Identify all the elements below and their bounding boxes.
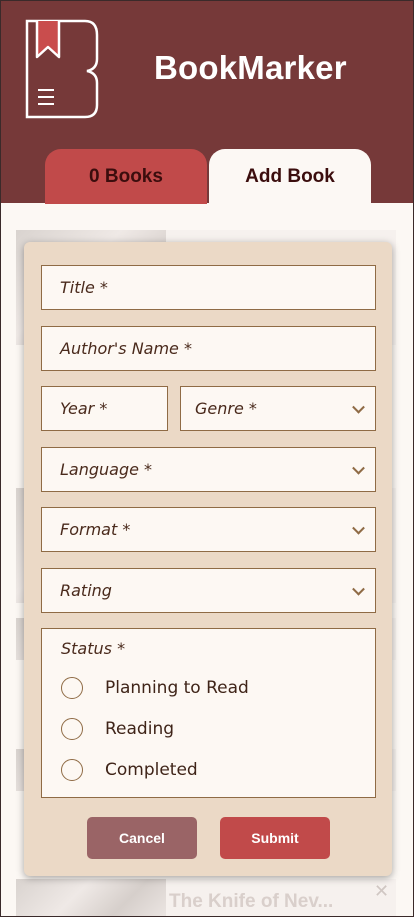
- format-placeholder: Format *: [60, 520, 131, 539]
- language-select[interactable]: Language *: [41, 447, 376, 492]
- background-book-cover: [16, 879, 166, 916]
- chevron-down-icon: [352, 400, 365, 414]
- title-input[interactable]: Title *: [41, 265, 376, 310]
- genre-select[interactable]: Genre *: [180, 386, 376, 431]
- year-placeholder: Year *: [60, 399, 108, 418]
- status-option-label: Planning to Read: [105, 678, 249, 698]
- status-fieldset: Status * Planning to Read Reading Comple…: [41, 628, 376, 798]
- title-placeholder: Title *: [60, 278, 108, 297]
- app-header: BookMarker 0 Books Add Book: [1, 1, 413, 204]
- author-input[interactable]: Author's Name *: [41, 326, 376, 371]
- year-input[interactable]: Year *: [41, 386, 168, 431]
- submit-button[interactable]: Submit: [220, 817, 330, 859]
- chevron-down-icon: [352, 582, 365, 596]
- radio-button[interactable]: [61, 677, 83, 699]
- author-placeholder: Author's Name *: [60, 339, 192, 358]
- app-title: BookMarker: [154, 49, 347, 86]
- add-book-modal: Title * Author's Name * Year * Genre * L…: [24, 242, 392, 876]
- app-frame: The Knife of Nev... ✕ BookMarker 0 Books…: [0, 0, 414, 917]
- status-option-reading[interactable]: Reading: [61, 716, 174, 742]
- format-select[interactable]: Format *: [41, 507, 376, 552]
- bookmark-logo-icon: [25, 19, 99, 119]
- language-placeholder: Language *: [60, 460, 153, 479]
- background-close-icon: ✕: [374, 881, 390, 901]
- rating-placeholder: Rating: [60, 581, 112, 600]
- cancel-button[interactable]: Cancel: [87, 817, 197, 859]
- status-option-planning[interactable]: Planning to Read: [61, 675, 249, 701]
- radio-button[interactable]: [61, 718, 83, 740]
- chevron-down-icon: [352, 461, 365, 475]
- radio-button[interactable]: [61, 759, 83, 781]
- genre-placeholder: Genre *: [195, 399, 257, 418]
- rating-select[interactable]: Rating: [41, 568, 376, 613]
- chevron-down-icon: [352, 521, 365, 535]
- background-book-title: The Knife of Nev...: [169, 891, 334, 912]
- tab-add-book[interactable]: Add Book: [209, 149, 371, 204]
- status-label: Status *: [61, 639, 126, 658]
- tab-books[interactable]: 0 Books: [45, 149, 207, 204]
- status-option-label: Completed: [105, 760, 198, 780]
- status-option-label: Reading: [105, 719, 175, 739]
- status-option-completed[interactable]: Completed: [61, 757, 198, 783]
